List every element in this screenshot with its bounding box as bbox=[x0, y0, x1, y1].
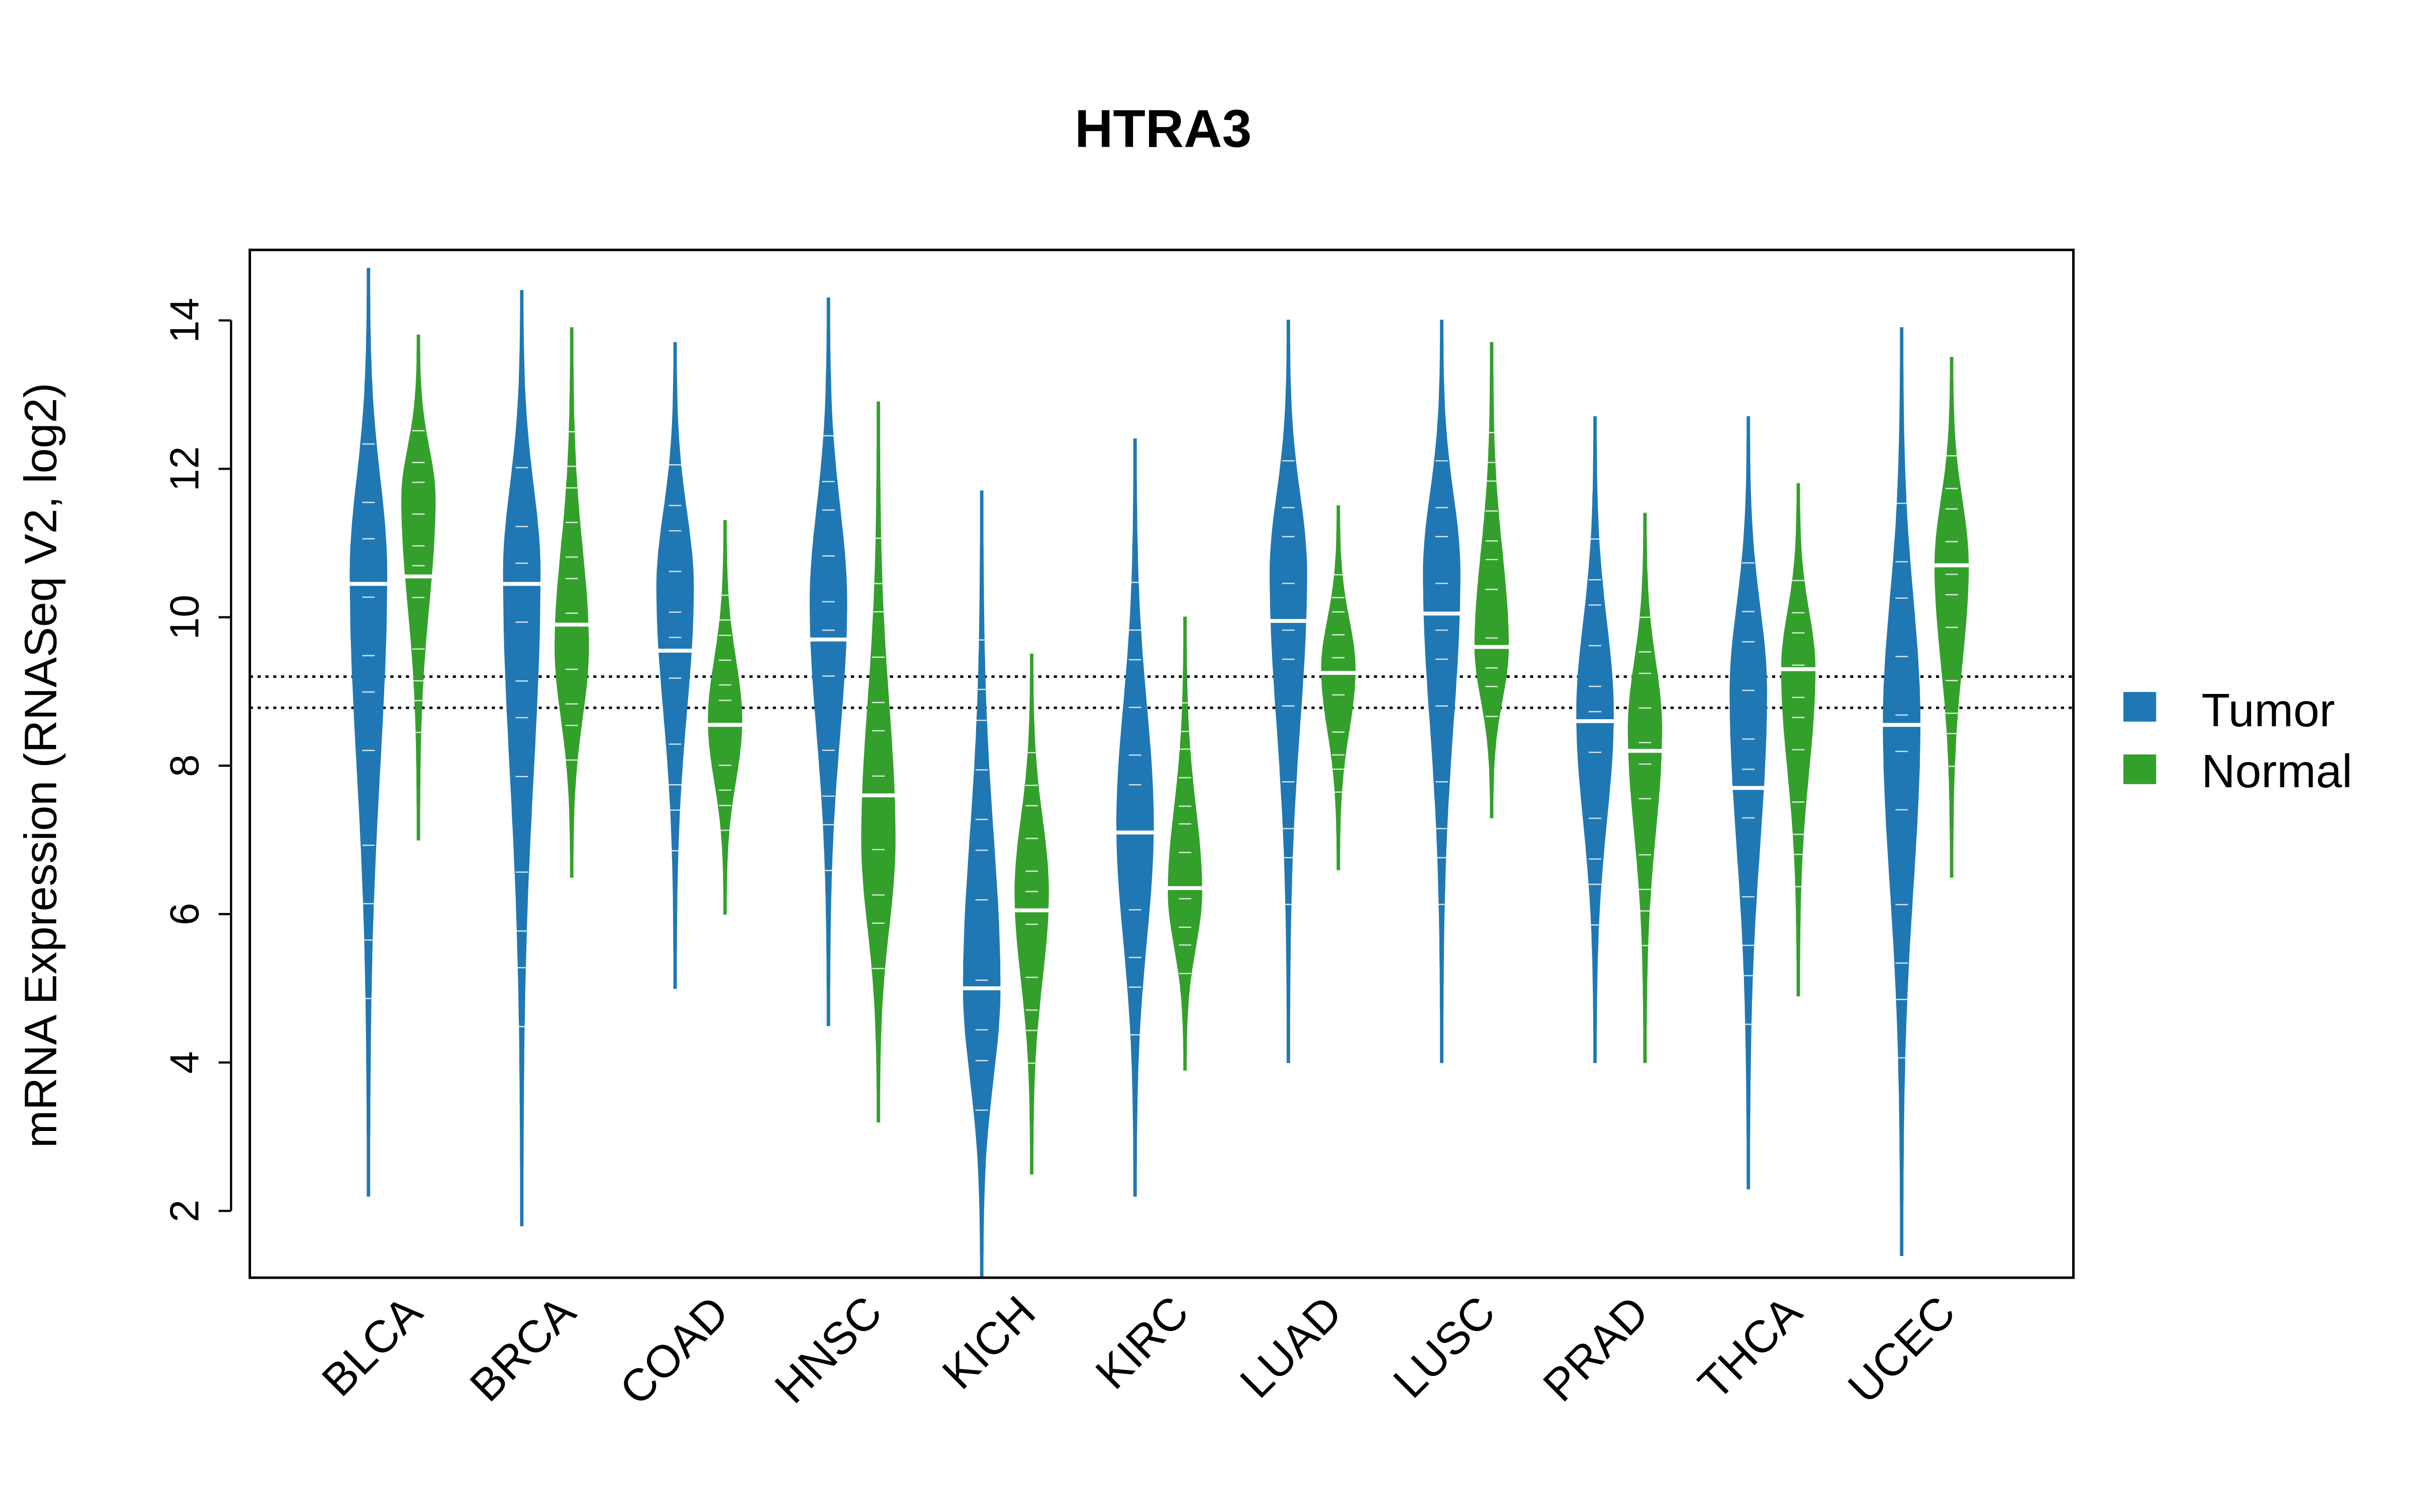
chart-title: HTRA3 bbox=[1075, 99, 1252, 158]
violin-tumor-THCA bbox=[1729, 416, 1767, 1189]
violin-chart: HTRA3 mRNA Expression (RNASeq V2, log2) … bbox=[16, 99, 2352, 1415]
y-axis-label: mRNA Expression (RNASeq V2, log2) bbox=[16, 383, 67, 1148]
violin-normal-LUAD bbox=[1321, 505, 1356, 870]
violin-normal-KIRC bbox=[1168, 616, 1202, 1071]
legend-label-tumor: Tumor bbox=[2201, 684, 2335, 736]
x-axis: BLCA BRCA COAD HNSC KICH KIRC LUAD LUSC PRAD THCA… bbox=[313, 1287, 1965, 1415]
x-tick-label-BRCA: BRCA bbox=[460, 1287, 585, 1411]
x-tick-label-LUAD: LUAD bbox=[1231, 1287, 1352, 1408]
violin-tumor-LUAD bbox=[1269, 320, 1307, 1063]
violin-normal-KICH bbox=[1014, 654, 1049, 1175]
x-tick-label-PRAD: PRAD bbox=[1534, 1287, 1658, 1411]
violin-tumor-LUSC bbox=[1423, 320, 1461, 1063]
violin-tumor-HNSC bbox=[809, 297, 848, 1026]
violin-normal-BRCA bbox=[554, 327, 589, 878]
y-axis: 2 4 6 8 10 12 14 bbox=[162, 298, 232, 1222]
x-tick-label-COAD: COAD bbox=[611, 1287, 739, 1415]
legend: Tumor Normal bbox=[2123, 684, 2352, 797]
y-tick-label: 4 bbox=[162, 1051, 207, 1074]
chart-container: HTRA3 mRNA Expression (RNASeq V2, log2) … bbox=[0, 0, 2420, 1512]
violin-normal-PRAD bbox=[1627, 513, 1662, 1063]
violin-tumor-KIRC bbox=[1116, 438, 1154, 1197]
legend-label-normal: Normal bbox=[2201, 745, 2352, 797]
violin-tumor-KICH bbox=[963, 490, 1001, 1278]
legend-swatch-normal bbox=[2123, 754, 2156, 784]
y-tick-label: 10 bbox=[162, 595, 207, 640]
plot-area bbox=[250, 268, 2074, 1278]
violin-normal-COAD bbox=[708, 520, 743, 915]
x-tick-label-THCA: THCA bbox=[1689, 1287, 1812, 1410]
violin-normal-HNSC bbox=[861, 401, 896, 1123]
legend-swatch-tumor bbox=[2123, 691, 2156, 722]
violin-normal-LUSC bbox=[1474, 342, 1509, 818]
x-tick-label-BLCA: BLCA bbox=[313, 1287, 432, 1406]
y-tick-label: 8 bbox=[162, 754, 207, 777]
violin-normal-UCEC bbox=[1934, 357, 1969, 878]
y-tick-label: 12 bbox=[162, 446, 207, 491]
violin-tumor-PRAD bbox=[1576, 416, 1614, 1063]
violins bbox=[250, 268, 2074, 1278]
violin-tumor-BLCA bbox=[349, 268, 387, 1197]
violin-tumor-UCEC bbox=[1883, 327, 1921, 1256]
x-tick-label-KICH: KICH bbox=[933, 1287, 1045, 1399]
x-tick-label-KIRC: KIRC bbox=[1086, 1287, 1198, 1399]
violin-normal-THCA bbox=[1781, 483, 1816, 996]
y-tick-label: 2 bbox=[162, 1200, 207, 1222]
violin-tumor-BRCA bbox=[503, 290, 541, 1227]
x-tick-label-UCEC: UCEC bbox=[1839, 1287, 1965, 1413]
x-tick-label-HNSC: HNSC bbox=[765, 1287, 892, 1413]
violin-tumor-COAD bbox=[656, 342, 694, 989]
y-tick-label: 6 bbox=[162, 903, 207, 925]
y-tick-label: 14 bbox=[162, 298, 207, 343]
violin-normal-BLCA bbox=[401, 334, 436, 841]
x-tick-label-LUSC: LUSC bbox=[1384, 1287, 1505, 1408]
